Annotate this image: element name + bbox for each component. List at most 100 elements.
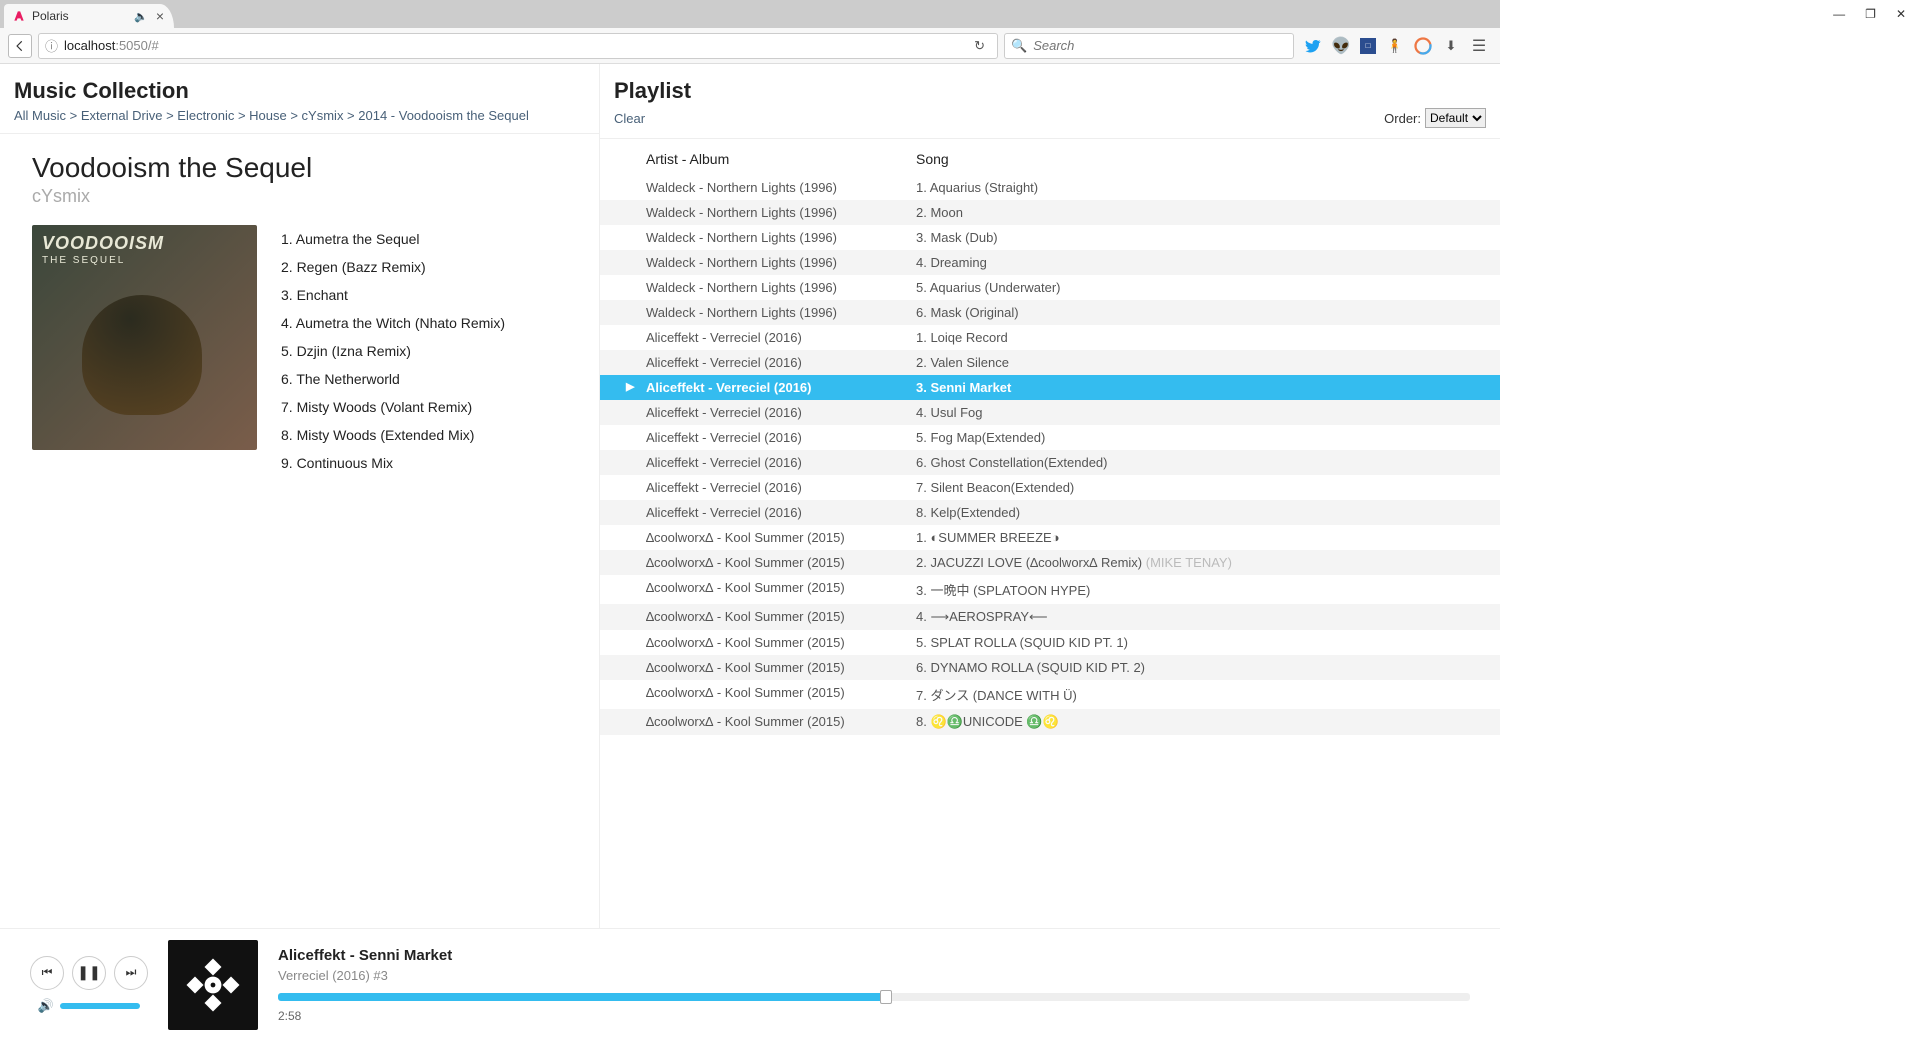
playlist-row[interactable]: Waldeck - Northern Lights (1996)3. Mask … [600,225,1500,250]
row-song: 5. Aquarius (Underwater) [916,280,1500,295]
collection-panel: Music Collection All Music > External Dr… [0,64,600,928]
now-sub: Verreciel (2016) #3 [278,968,1470,983]
playlist-row[interactable]: Aliceffekt - Verreciel (2016)6. Ghost Co… [600,450,1500,475]
row-song: 1. Loiqe Record [916,330,1500,345]
playlist-row[interactable]: Waldeck - Northern Lights (1996)5. Aquar… [600,275,1500,300]
playlist-row[interactable]: Aliceffekt - Verreciel (2016)5. Fog Map(… [600,425,1500,450]
row-artist: Waldeck - Northern Lights (1996) [646,180,916,195]
progress-thumb[interactable] [880,990,892,1004]
search-icon: 🔍 [1011,38,1027,54]
playlist-panel: Playlist Clear Order: Default Artist - A… [600,64,1500,928]
download-icon[interactable]: ⬇ [1442,37,1460,55]
address-bar[interactable]: ⓘ localhost:5050/# ↻ [38,33,998,59]
row-artist: Waldeck - Northern Lights (1996) [646,230,916,245]
row-artist: Aliceffekt - Verreciel (2016) [646,355,916,370]
playlist-row[interactable]: Aliceffekt - Verreciel (2016)4. Usul Fog [600,400,1500,425]
clear-link[interactable]: Clear [614,111,645,126]
twitter-icon[interactable] [1304,37,1322,55]
back-button[interactable] [8,34,32,58]
search-input[interactable] [1033,38,1287,53]
playlist-row[interactable]: Aliceffekt - Verreciel (2016)7. Silent B… [600,475,1500,500]
ext-icon-3[interactable] [1414,37,1432,55]
row-artist: Aliceffekt - Verreciel (2016) [646,405,916,420]
track-item[interactable]: 5. Dzjin (Izna Remix) [281,337,505,365]
playlist-row[interactable]: Waldeck - Northern Lights (1996)4. Dream… [600,250,1500,275]
ext-icon-2[interactable]: 🧍 [1386,37,1404,55]
playlist-row[interactable]: Waldeck - Northern Lights (1996)1. Aquar… [600,175,1500,200]
row-artist: Aliceffekt - Verreciel (2016) [646,380,916,395]
row-song: 7. ダンス (DANCE WITH Ü) [916,685,1500,704]
tab-close-icon[interactable]: × [154,8,166,24]
row-artist: ∆coolworx∆ - Kool Summer (2015) [646,685,916,704]
track-item[interactable]: 3. Enchant [281,281,505,309]
track-item[interactable]: 4. Aumetra the Witch (Nhato Remix) [281,309,505,337]
row-song: 4. Usul Fog [916,405,1500,420]
browser-tab[interactable]: Polaris 🔈 × [4,4,174,28]
playlist-row[interactable]: ∆coolworx∆ - Kool Summer (2015)3. 一晩中 (S… [600,575,1500,604]
playlist-row[interactable]: Aliceffekt - Verreciel (2016)1. Loiqe Re… [600,325,1500,350]
header-artist: Artist - Album [646,151,916,167]
close-icon[interactable]: ✕ [1896,7,1906,21]
toolbar-icons: 👽 □ 🧍 ⬇ ☰ [1300,37,1492,55]
playlist-row[interactable]: Waldeck - Northern Lights (1996)2. Moon [600,200,1500,225]
reddit-icon[interactable]: 👽 [1332,37,1350,55]
collection-title: Music Collection [14,78,585,104]
row-song: 4. ⟶AEROSPRAY⟵ [916,609,1500,625]
site-info-icon[interactable]: ⓘ [45,36,58,55]
row-artist: Waldeck - Northern Lights (1996) [646,305,916,320]
playlist-row[interactable]: ∆coolworx∆ - Kool Summer (2015)4. ⟶AEROS… [600,604,1500,630]
window-controls: — ❐ ✕ [1819,0,1920,28]
playlist-row[interactable]: ▶ Aliceffekt - Verreciel (2016)3. Senni M… [600,375,1500,400]
row-artist: ∆coolworx∆ - Kool Summer (2015) [646,635,916,650]
playlist-row[interactable]: ∆coolworx∆ - Kool Summer (2015)7. ダンス (D… [600,680,1500,709]
row-song: 2. Moon [916,205,1500,220]
playlist-row[interactable]: Waldeck - Northern Lights (1996)6. Mask … [600,300,1500,325]
order-select[interactable]: Default [1425,108,1486,128]
volume-icon[interactable]: 🔊 [38,998,54,1014]
pause-button[interactable]: ❚❚ [72,956,106,990]
row-artist: ∆coolworx∆ - Kool Summer (2015) [646,714,916,730]
next-button[interactable]: ⏭ [114,956,148,990]
tab-bar: Polaris 🔈 × — ❐ ✕ [0,0,1500,28]
reload-icon[interactable]: ↻ [968,38,991,54]
row-artist: Aliceffekt - Verreciel (2016) [646,455,916,470]
row-artist: ∆coolworx∆ - Kool Summer (2015) [646,580,916,599]
breadcrumb[interactable]: All Music > External Drive > Electronic … [14,108,585,123]
playlist-row[interactable]: ∆coolworx∆ - Kool Summer (2015)1. ◐SUMME… [600,525,1500,550]
album-artist: cYsmix [32,186,567,207]
row-artist: ∆coolworx∆ - Kool Summer (2015) [646,609,916,625]
playlist-row[interactable]: ∆coolworx∆ - Kool Summer (2015)5. SPLAT … [600,630,1500,655]
row-artist: Aliceffekt - Verreciel (2016) [646,480,916,495]
browser-search[interactable]: 🔍 [1004,33,1294,59]
album-art[interactable]: VOODOOISM THE SEQUEL [32,225,257,450]
row-song: 3. Senni Market [916,380,1500,395]
playlist-row[interactable]: Aliceffekt - Verreciel (2016)8. Kelp(Ext… [600,500,1500,525]
playlist-row[interactable]: ∆coolworx∆ - Kool Summer (2015)6. DYNAMO… [600,655,1500,680]
row-artist: Waldeck - Northern Lights (1996) [646,205,916,220]
now-playing-art[interactable] [168,940,258,1030]
maximize-icon[interactable]: ❐ [1865,7,1876,21]
track-item[interactable]: 9. Continuous Mix [281,449,505,477]
track-item[interactable]: 8. Misty Woods (Extended Mix) [281,421,505,449]
browser-chrome: Polaris 🔈 × — ❐ ✕ ⓘ localhost:5050/# ↻ 🔍… [0,0,1500,64]
track-item[interactable]: 7. Misty Woods (Volant Remix) [281,393,505,421]
playlist-row[interactable]: ∆coolworx∆ - Kool Summer (2015)8. ♌♎UNIC… [600,709,1500,735]
playlist-row[interactable]: Aliceffekt - Verreciel (2016)2. Valen Si… [600,350,1500,375]
ext-icon-1[interactable]: □ [1360,38,1376,54]
track-item[interactable]: 6. The Netherworld [281,365,505,393]
audio-playing-icon[interactable]: 🔈 [134,10,148,23]
track-item[interactable]: 2. Regen (Bazz Remix) [281,253,505,281]
playing-indicator-icon: ▶ [626,380,634,393]
prev-button[interactable]: ⏮ [30,956,64,990]
playlist-row[interactable]: ∆coolworx∆ - Kool Summer (2015)2. JACUZZ… [600,550,1500,575]
menu-icon[interactable]: ☰ [1470,37,1488,55]
row-song: 5. SPLAT ROLLA (SQUID KID PT. 1) [916,635,1500,650]
order-label: Order: [1384,111,1421,126]
favicon-icon [12,9,26,23]
progress-bar[interactable] [278,993,1470,1001]
volume-slider[interactable] [60,1003,140,1009]
minimize-icon[interactable]: — [1833,7,1845,21]
row-song: 3. Mask (Dub) [916,230,1500,245]
track-item[interactable]: 1. Aumetra the Sequel [281,225,505,253]
album-title: Voodooism the Sequel [32,152,567,184]
